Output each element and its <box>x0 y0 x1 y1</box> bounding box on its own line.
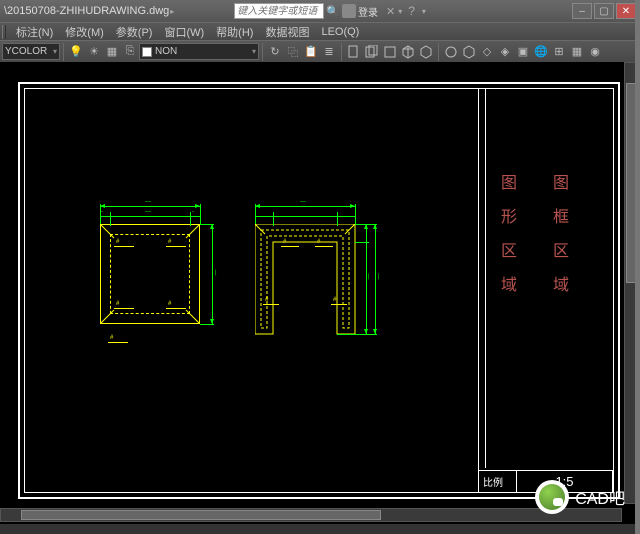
watermark-logo-icon <box>535 480 569 514</box>
cube2-icon[interactable] <box>417 43 435 61</box>
help-icon[interactable]: ? <box>408 4 415 18</box>
title-left-text: 图形区域 <box>494 174 518 310</box>
menu-help[interactable]: 帮助(H) <box>212 24 257 40</box>
exchange-icon[interactable]: ✕ <box>386 5 395 18</box>
menu-modify[interactable]: 修改(M) <box>61 24 108 40</box>
user-icon[interactable] <box>342 4 356 18</box>
dropdown-arrow-icon[interactable]: ▾ <box>398 7 402 16</box>
doc-icon[interactable] <box>345 43 363 61</box>
tool-c-icon[interactable]: ▣ <box>514 43 532 61</box>
sun-icon[interactable]: ☀ <box>85 43 103 61</box>
doc2-icon[interactable] <box>363 43 381 61</box>
swatch-icon <box>142 47 152 57</box>
globe-icon[interactable]: 🌐 <box>532 43 550 61</box>
tool-e-icon[interactable]: ◉ <box>586 43 604 61</box>
section-right: # # # # <box>255 224 365 347</box>
scrollbar-thumb[interactable] <box>21 510 381 520</box>
copy-icon[interactable]: ⿻ <box>284 43 302 61</box>
section-left-diagonals <box>100 224 200 324</box>
doc3-icon[interactable] <box>381 43 399 61</box>
mesh-icon[interactable]: ⊞ <box>550 43 568 61</box>
login-link[interactable]: 登录 <box>358 4 378 19</box>
menu-bar: 标注(N) 修改(M) 参数(P) 窗口(W) 帮助(H) 数据视图 LEO(Q… <box>0 22 640 40</box>
filename: \20150708-ZHIHUDRAWING.dwg <box>4 5 169 17</box>
paper-inner-frame: 图形区域 图框区域 比例 1:5 <box>24 88 614 493</box>
scale-label: 比例 <box>479 471 517 492</box>
layers-icon[interactable]: ≣ <box>320 43 338 61</box>
menu-dimension[interactable]: 标注(N) <box>12 24 57 40</box>
watermark: CAD吧 <box>535 480 625 514</box>
color-select[interactable]: YCOLOR▾ <box>2 43 60 60</box>
window-edge <box>635 0 640 534</box>
paste-icon[interactable]: 📋 <box>302 43 320 61</box>
watermark-text: CAD吧 <box>575 485 625 509</box>
menu-window[interactable]: 窗口(W) <box>160 24 208 40</box>
title-right-text: 图框区域 <box>546 174 570 310</box>
menu-dataview[interactable]: 数据视图 <box>261 24 313 40</box>
layer-icon[interactable]: ▦ <box>103 43 121 61</box>
close-button[interactable]: ✕ <box>616 3 636 19</box>
drawing-canvas[interactable]: 图形区域 图框区域 比例 1:5 <box>0 62 640 524</box>
horizontal-scrollbar[interactable] <box>0 508 622 522</box>
tool-a-icon[interactable]: ◇ <box>478 43 496 61</box>
maximize-button[interactable]: ▢ <box>594 3 614 19</box>
refresh-icon[interactable]: ↻ <box>266 43 284 61</box>
title-block: 图形区域 图框区域 比例 1:5 <box>478 89 613 492</box>
menu-handle-icon[interactable] <box>2 25 6 39</box>
linetype-select[interactable]: NON ▾ <box>139 43 259 60</box>
dropdown-arrow-icon[interactable]: ▸ <box>170 7 174 16</box>
hex-icon[interactable] <box>460 43 478 61</box>
cube-icon[interactable] <box>399 43 417 61</box>
tool-d-icon[interactable]: ▦ <box>568 43 586 61</box>
dropdown-arrow-icon[interactable]: ▾ <box>422 7 426 16</box>
tool-b-icon[interactable]: ◈ <box>496 43 514 61</box>
link-icon[interactable]: ⎘ <box>121 43 139 61</box>
circle-icon[interactable] <box>442 43 460 61</box>
toolbar: YCOLOR▾ 💡 ☀ ▦ ⎘ NON ▾ ↻ ⿻ 📋 ≣ ◇ ◈ ▣ 🌐 ⊞ … <box>0 40 640 62</box>
title-bar: \20150708-ZHIHUDRAWING.dwg ▸ 🔍 登录 ✕ ▾ ? … <box>0 0 640 22</box>
menu-leo[interactable]: LEO(Q) <box>317 26 363 38</box>
search-icon[interactable]: 🔍 <box>326 5 340 18</box>
minimize-button[interactable]: – <box>572 3 592 19</box>
menu-param[interactable]: 参数(P) <box>112 24 157 40</box>
search-input[interactable] <box>234 3 324 19</box>
bulb-icon[interactable]: 💡 <box>67 43 85 61</box>
